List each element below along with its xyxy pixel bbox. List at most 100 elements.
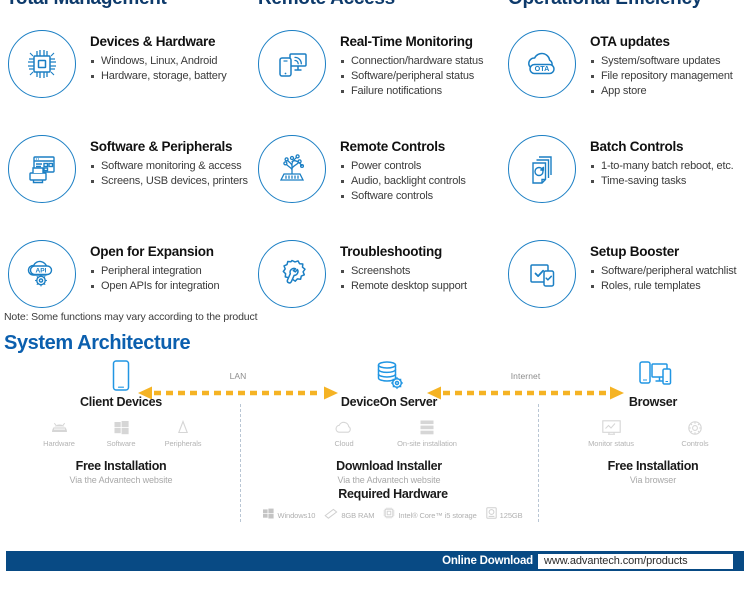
feature-bullets: Power controls Audio, backlight controls… xyxy=(340,159,502,204)
arch-block-sub: Via the Advantech website xyxy=(337,475,441,485)
realtime-monitor-icon xyxy=(258,30,326,98)
sub-item-label: On-site installation xyxy=(397,439,457,448)
arch-node-subicons: Cloud On-site installation xyxy=(283,418,495,448)
required-hardware-label: Windows10 xyxy=(277,510,316,520)
arch-node-browser: Browser Monitor status Controls Free Ins… xyxy=(560,358,746,485)
feature-bullet: Screenshots xyxy=(340,264,502,279)
feature-bullets: Software monitoring & access Screens, US… xyxy=(90,159,252,189)
arch-node-block: Download Installer Via the Advantech web… xyxy=(283,459,495,485)
online-download-label: Online Download xyxy=(442,555,533,567)
feature-bullet: Connection/hardware status xyxy=(340,54,502,69)
feature-title: Troubleshooting xyxy=(340,244,442,259)
required-hardware-item-ram: 8GB RAM xyxy=(324,506,375,524)
feature-text: Batch Controls 1-to-many batch reboot, e… xyxy=(590,139,750,189)
browser-devices-icon xyxy=(560,358,746,392)
database-gear-icon xyxy=(283,358,495,392)
feature-text: Troubleshooting Screenshots Remote deskt… xyxy=(340,244,502,294)
software-peripherals-icon xyxy=(8,135,76,203)
feature-bullet: System/software updates xyxy=(590,54,750,69)
arch-node-name: Client Devices xyxy=(80,395,162,409)
peripherals-drop-icon xyxy=(152,418,214,437)
feature-title: Remote Controls xyxy=(340,139,446,154)
sub-item-cloud: Cloud xyxy=(313,418,375,448)
arch-node-name: DeviceOn Server xyxy=(340,395,438,409)
feature-text: Open for Expansion Peripheral integratio… xyxy=(90,244,252,294)
feature-bullets: Connection/hardware status Software/peri… xyxy=(340,54,502,99)
arch-node-deviceon-server: DeviceOn Server Cloud On-site installati… xyxy=(283,358,495,485)
monitor-status-icon xyxy=(580,418,642,437)
arch-node-block: Free Installation Via the Advantech webs… xyxy=(10,459,232,485)
feature-title: Batch Controls xyxy=(590,139,684,154)
onsite-server-icon xyxy=(389,418,465,437)
arch-block-title: Free Installation xyxy=(607,459,699,473)
feature-title: Devices & Hardware xyxy=(90,34,216,49)
feature-title: Software & Peripherals xyxy=(90,139,233,154)
sub-item-controls: Controls xyxy=(664,418,726,448)
feature-bullet: Power controls xyxy=(340,159,502,174)
required-hardware-item-storage: 125GB xyxy=(485,506,523,524)
online-download-url[interactable]: www.advantech.com/products xyxy=(538,553,733,569)
arch-block-sub: Via browser xyxy=(629,475,677,485)
required-hardware-item-cpu: Intel® Core™ i5 storage xyxy=(383,506,477,524)
windows-icon xyxy=(90,418,152,437)
batch-controls-icon xyxy=(508,135,576,203)
feature-bullets: Peripheral integration Open APIs for int… xyxy=(90,264,252,294)
feature-text: Real-Time Monitoring Connection/hardware… xyxy=(340,34,502,99)
feature-title: OTA updates xyxy=(590,34,670,49)
arch-node-subicons: Hardware Software Peripherals xyxy=(10,418,232,448)
feature-bullet: Windows, Linux, Android xyxy=(90,54,252,69)
svg-text:OTA: OTA xyxy=(535,64,550,73)
required-hardware-section: Required Hardware Windows10 8GB RAM Inte… xyxy=(248,487,538,524)
feature-bullet: Roles, rule templates xyxy=(590,279,750,294)
troubleshooting-icon xyxy=(258,240,326,308)
arch-node-client-devices: Client Devices Hardware Software Periphe… xyxy=(10,358,232,485)
column-heading-operational-efficiency: Operational Efficiency xyxy=(508,0,702,10)
feature-title: Setup Booster xyxy=(590,244,680,259)
feature-text: OTA updates System/software updates File… xyxy=(590,34,750,99)
feature-bullet: Peripheral integration xyxy=(90,264,252,279)
product-note: Note: Some functions may vary according … xyxy=(4,311,258,323)
feature-text: Remote Controls Power controls Audio, ba… xyxy=(340,139,502,204)
sub-item-label: Software xyxy=(106,439,136,448)
feature-title: Open for Expansion xyxy=(90,244,214,259)
arch-node-name: Browser xyxy=(628,395,678,409)
api-expansion-icon: API xyxy=(8,240,76,308)
divider-left xyxy=(240,404,241,522)
sub-item-onsite-installation: On-site installation xyxy=(389,418,465,448)
arch-block-sub: Via the Advantech website xyxy=(69,475,173,485)
arch-block-title: Download Installer xyxy=(336,459,442,473)
feature-bullet: Hardware, storage, battery xyxy=(90,69,252,84)
feature-bullet: 1-to-many batch reboot, etc. xyxy=(590,159,750,174)
cpu-chip-icon xyxy=(8,30,76,98)
sub-item-label: Controls xyxy=(681,439,709,448)
feature-row: API Open for Expansion Peripheral integr… xyxy=(0,236,750,341)
feature-text: Devices & Hardware Windows, Linux, Andro… xyxy=(90,34,252,84)
feature-card-devices-hardware: Devices & Hardware Windows, Linux, Andro… xyxy=(2,26,252,131)
feature-bullet: Software controls xyxy=(340,189,502,204)
required-hardware-title: Required Hardware xyxy=(338,487,448,501)
feature-card-ota-updates: OTA OTA updates System/software updates … xyxy=(502,26,750,131)
feature-bullet: Time-saving tasks xyxy=(590,174,750,189)
sub-item-software: Software xyxy=(90,418,152,448)
required-hardware-label: 8GB RAM xyxy=(341,510,375,520)
arch-node-subicons: Monitor status Controls xyxy=(560,418,746,448)
feature-grid: Devices & Hardware Windows, Linux, Andro… xyxy=(0,26,750,341)
column-headings: Total Management Remote Access Operation… xyxy=(0,0,750,10)
feature-bullets: 1-to-many batch reboot, etc. Time-saving… xyxy=(590,159,750,189)
required-hardware-label: Intel® Core™ i5 storage xyxy=(398,510,477,520)
feature-bullets: Screenshots Remote desktop support xyxy=(340,264,502,294)
setup-booster-icon xyxy=(508,240,576,308)
divider-right xyxy=(538,404,539,522)
system-architecture-title: System Architecture xyxy=(4,332,191,354)
feature-card-setup-booster: Setup Booster Software/peripheral watchl… xyxy=(502,236,750,341)
column-heading-total-management: Total Management xyxy=(6,0,167,10)
feature-bullet: App store xyxy=(590,84,750,99)
feature-row: Software & Peripherals Software monitori… xyxy=(0,131,750,236)
feature-bullet: Failure notifications xyxy=(340,84,502,99)
datasheet-page: Total Management Remote Access Operation… xyxy=(0,0,750,591)
sub-item-label: Peripherals xyxy=(164,439,202,448)
sub-item-label: Cloud xyxy=(334,439,354,448)
feature-bullet: File repository management xyxy=(590,69,750,84)
harddisk-icon xyxy=(485,506,497,524)
feature-bullets: Software/peripheral watchlist Roles, rul… xyxy=(590,264,750,294)
